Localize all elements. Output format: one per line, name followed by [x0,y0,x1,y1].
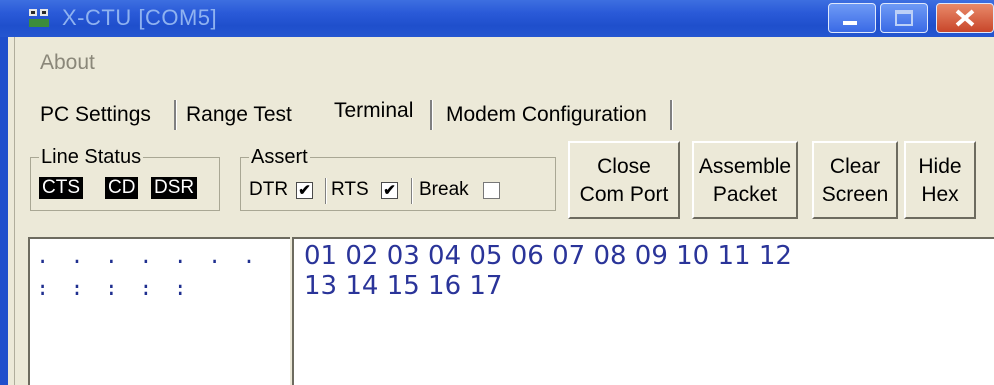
window-frame-left [0,37,8,385]
hex-line: 13 14 15 16 17 [304,271,503,301]
close-icon [955,9,975,27]
rts-label: RTS [331,179,369,200]
minimize-icon [843,21,857,25]
dsr-indicator: DSR [151,177,198,199]
minimize-button[interactable] [828,3,876,33]
assert-separator [411,178,413,204]
line-status-title: Line Status [39,145,144,169]
assert-group: Assert DTR ✔ RTS ✔ Break [240,145,556,211]
menu-bar: About [22,47,113,77]
assert-separator [325,178,327,204]
close-com-port-label-2: Com Port [579,183,669,206]
break-label: Break [419,179,469,200]
ascii-line: . . . . . [36,277,191,302]
assemble-packet-button[interactable]: Assemble Packet [692,141,798,219]
assemble-packet-label-2: Packet [712,183,778,206]
assert-title: Assert [249,145,310,169]
tab-modem-configuration[interactable]: Modem Configuration [446,98,647,132]
maximize-icon [895,10,913,26]
hide-hex-label-2: Hex [921,183,959,206]
dtr-checkbox[interactable]: ✔ [296,182,313,199]
cd-indicator: CD [105,177,139,199]
hide-hex-button[interactable]: Hide Hex [904,141,976,219]
window-frame-inner [8,37,15,385]
line-status-group: Line Status CTS CD DSR [30,145,220,211]
tab-separator [670,100,673,130]
break-checkbox[interactable] [483,182,500,199]
close-com-port-label-1: Close [597,155,651,178]
clear-screen-label-2: Screen [821,183,889,206]
assemble-packet-label-1: Assemble [698,155,792,178]
hex-line: 01 02 03 04 05 06 07 08 09 10 11 12 [304,241,792,271]
close-window-button[interactable] [936,3,994,33]
window-title: X-CTU [COM5] [62,5,218,30]
clear-screen-button[interactable]: Clear Screen [812,141,898,219]
tab-separator [174,100,177,130]
rts-checkbox[interactable]: ✔ [381,182,398,199]
dtr-label: DTR [249,179,289,200]
terminal-hex-pane[interactable]: 01 02 03 04 05 06 07 08 09 10 11 12 13 1… [292,237,994,385]
tab-separator [430,100,433,130]
tab-range-test[interactable]: Range Test [186,98,292,132]
title-bar[interactable]: X-CTU [COM5] [0,0,994,37]
close-com-port-button[interactable]: Close Com Port [568,141,680,219]
tab-pc-settings[interactable]: PC Settings [40,98,151,132]
cts-indicator: CTS [39,177,83,199]
clear-screen-label-1: Clear [829,155,881,178]
hide-hex-label-1: Hide [918,155,962,178]
tab-terminal[interactable]: Terminal [334,94,413,128]
app-icon [29,9,49,27]
maximize-button[interactable] [880,3,928,33]
menu-about[interactable]: About [22,47,113,79]
terminal-ascii-pane[interactable]: . . . . . . . . . . . . . . . . . [28,237,290,385]
